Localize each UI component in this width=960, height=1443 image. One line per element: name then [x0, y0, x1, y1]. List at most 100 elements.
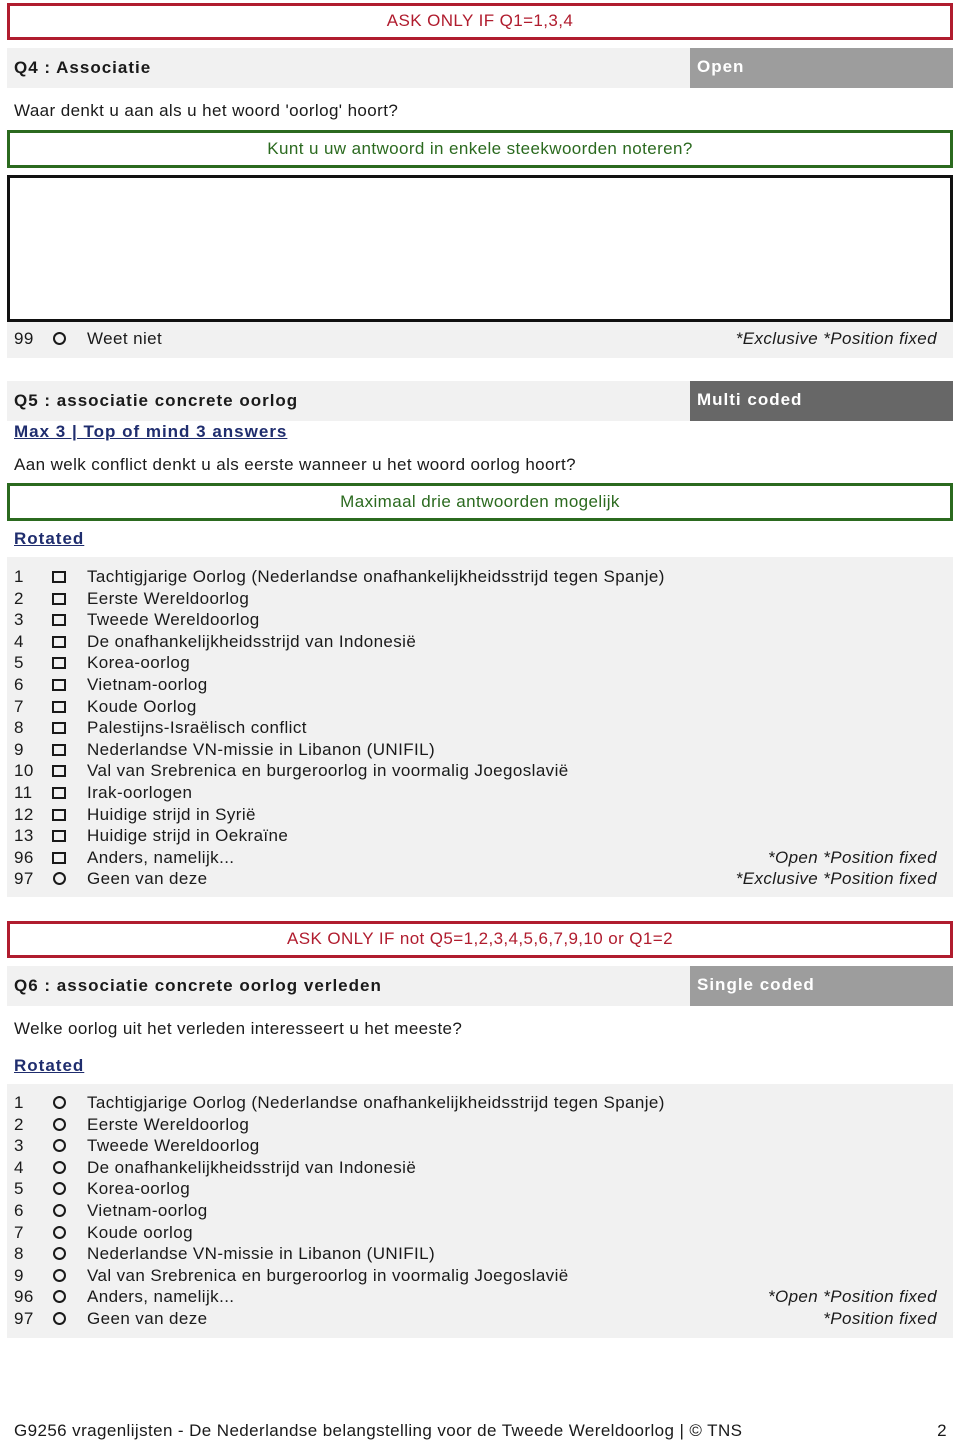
q4-answer-row[interactable]: 99 Weet niet *Exclusive *Position fixed	[7, 328, 953, 350]
q5-answer-row[interactable]: 4 De onafhankelijkheidsstrijd van Indones…	[7, 631, 953, 653]
answer-code: 97	[14, 1308, 34, 1328]
answer-label: Huidige strijd in Syrië	[87, 804, 256, 824]
q6-header: Q6 : associatie concrete oorlog verleden…	[7, 966, 953, 1006]
answer-label: Anders, namelijk...	[87, 847, 235, 867]
q5-answer-row[interactable]: 9 Nederlandse VN-missie in Libanon (UNIFI…	[7, 739, 953, 761]
checkbox-icon[interactable]	[52, 851, 66, 864]
radio-icon[interactable]	[53, 1117, 66, 1131]
checkbox-icon[interactable]	[52, 830, 66, 843]
q5-rotated-link[interactable]: Rotated	[14, 529, 84, 549]
radio-icon[interactable]	[53, 1290, 66, 1304]
answer-label: Korea-oorlog	[87, 1179, 191, 1199]
page-number: 2	[937, 1421, 947, 1440]
checkbox-icon[interactable]	[52, 786, 66, 799]
q5-answer-row[interactable]: 11 Irak-oorlogen	[7, 782, 953, 804]
q4-instruction: Kunt u uw antwoord in enkele steekwoorde…	[7, 130, 953, 168]
radio-icon[interactable]	[53, 1160, 66, 1174]
radio-icon[interactable]	[53, 872, 66, 886]
answer-label: Geen van deze	[87, 869, 208, 889]
answer-label: Tweede Wereldoorlog	[87, 610, 260, 630]
answer-code: 9	[14, 739, 24, 759]
answer-label: Anders, namelijk...	[87, 1287, 235, 1307]
checkbox-icon[interactable]	[52, 571, 66, 583]
checkbox-icon[interactable]	[52, 808, 66, 821]
radio-icon[interactable]	[53, 1225, 66, 1239]
q6-type-badge: Single coded	[690, 966, 953, 1006]
q5-answer-row[interactable]: 2 Eerste Wereldoorlog	[7, 588, 953, 610]
answer-note: *Position fixed	[823, 1308, 937, 1328]
answer-code: 8	[14, 1244, 24, 1264]
answer-label: Tachtigjarige Oorlog (Nederlandse onafha…	[87, 1093, 665, 1112]
radio-icon[interactable]	[53, 1096, 66, 1109]
q4-title: Q4 : Associatie	[14, 58, 152, 77]
radio-icon[interactable]	[53, 332, 66, 345]
checkbox-icon[interactable]	[52, 678, 66, 691]
q5-answer-row[interactable]: 96 Anders, namelijk... *Open *Position fix…	[7, 847, 953, 869]
answer-label: Irak-oorlogen	[87, 782, 193, 802]
answer-code: 6	[14, 674, 24, 694]
answer-label: Eerste Wereldoorlog	[87, 588, 250, 608]
q5-question-text: Aan welk conflict denkt u als eerste wan…	[14, 455, 576, 474]
q4-header: Q4 : Associatie Open	[7, 48, 953, 88]
radio-icon[interactable]	[53, 1247, 66, 1261]
answer-label: Val van Srebrenica en burgeroorlog in vo…	[87, 1265, 569, 1285]
q5-answer-row[interactable]: 13 Huidige strijd in Oekraïne	[7, 825, 953, 847]
q6-title: Q6 : associatie concrete oorlog verleden	[14, 976, 382, 995]
checkbox-icon[interactable]	[52, 657, 66, 670]
q5-title: Q5 : associatie concrete oorlog	[14, 391, 299, 410]
answer-code: 11	[14, 782, 33, 802]
q5-answer-row[interactable]: 6 Vietnam-oorlog	[7, 674, 953, 696]
q6-answer-row[interactable]: 1 Tachtigjarige Oorlog (Nederlandse onafh…	[7, 1092, 953, 1114]
checkbox-icon[interactable]	[52, 722, 66, 735]
q5-header: Q5 : associatie concrete oorlog Multi co…	[7, 381, 953, 421]
q5-answer-row[interactable]: 12 Huidige strijd in Syrië	[7, 804, 953, 826]
q6-answer-row[interactable]: 3 Tweede Wereldoorlog	[7, 1135, 953, 1157]
answer-code: 4	[14, 631, 24, 651]
q6-answer-row[interactable]: 5 Korea-oorlog	[7, 1178, 953, 1200]
q4-open-answer-field[interactable]	[7, 175, 953, 322]
q6-answer-row[interactable]: 2 Eerste Wereldoorlog	[7, 1114, 953, 1136]
answer-code: 3	[14, 1136, 24, 1156]
q6-answer-row[interactable]: 4 De onafhankelijkheidsstrijd van Indones…	[7, 1157, 953, 1179]
q6-answer-row[interactable]: 9 Val van Srebrenica en burgeroorlog in v…	[7, 1265, 953, 1287]
checkbox-icon[interactable]	[52, 743, 66, 756]
checkbox-icon[interactable]	[52, 614, 66, 627]
answer-label: Nederlandse VN-missie in Libanon (UNIFIL…	[87, 1244, 436, 1264]
q5-answer-row[interactable]: 7 Koude Oorlog	[7, 696, 953, 718]
q6-answer-row[interactable]: 8 Nederlandse VN-missie in Libanon (UNIFI…	[7, 1243, 953, 1265]
answer-label: Koude Oorlog	[87, 696, 197, 716]
checkbox-icon[interactable]	[52, 635, 66, 648]
q5-answer-row[interactable]: 5 Korea-oorlog	[7, 652, 953, 674]
checkbox-icon[interactable]	[52, 592, 66, 605]
q5-answer-row[interactable]: 10 Val van Srebrenica en burgeroorlog in …	[7, 760, 953, 782]
answer-note: *Open *Position fixed	[767, 1287, 937, 1307]
q6-answer-row[interactable]: 97 Geen van deze *Position fixed	[7, 1308, 953, 1330]
q6-answer-row[interactable]: 6 Vietnam-oorlog	[7, 1200, 953, 1222]
q6-rotated-link[interactable]: Rotated	[14, 1056, 84, 1076]
q5-answer-row[interactable]: 1 Tachtigjarige Oorlog (Nederlandse onafh…	[7, 566, 953, 588]
q6-condition-box: ASK ONLY IF not Q5=1,2,3,4,5,6,7,9,10 or…	[7, 921, 953, 958]
checkbox-icon[interactable]	[52, 700, 66, 713]
q6-answer-row[interactable]: 96 Anders, namelijk... *Open *Position fix…	[7, 1286, 953, 1308]
checkbox-icon[interactable]	[52, 765, 66, 778]
answer-label: Eerste Wereldoorlog	[87, 1114, 250, 1134]
q4-type-badge: Open	[690, 48, 953, 88]
answer-code: 4	[14, 1157, 24, 1177]
answer-code: 7	[14, 696, 24, 716]
radio-icon[interactable]	[53, 1182, 66, 1196]
q5-answer-row[interactable]: 8 Palestijns-Israëlisch conflict	[7, 717, 953, 739]
answer-label: Weet niet	[87, 329, 163, 348]
q4-question-text: Waar denkt u aan als u het woord 'oorlog…	[14, 101, 399, 120]
radio-icon[interactable]	[53, 1311, 66, 1325]
radio-icon[interactable]	[53, 1139, 66, 1153]
q5-answer-row[interactable]: 97 Geen van deze *Exclusive *Position fixe…	[7, 868, 953, 890]
answer-code: 99	[14, 329, 34, 348]
q6-answer-row[interactable]: 7 Koude oorlog	[7, 1222, 953, 1244]
q5-max-answers-link[interactable]: Max 3 | Top of mind 3 answers	[14, 422, 287, 442]
answer-label: Nederlandse VN-missie in Libanon (UNIFIL…	[87, 739, 436, 759]
answer-label: De onafhankelijkheidsstrijd van Indonesi…	[87, 1157, 417, 1177]
radio-icon[interactable]	[53, 1203, 66, 1217]
answer-code: 97	[14, 869, 34, 889]
q5-answer-row[interactable]: 3 Tweede Wereldoorlog	[7, 609, 953, 631]
radio-icon[interactable]	[53, 1268, 66, 1282]
